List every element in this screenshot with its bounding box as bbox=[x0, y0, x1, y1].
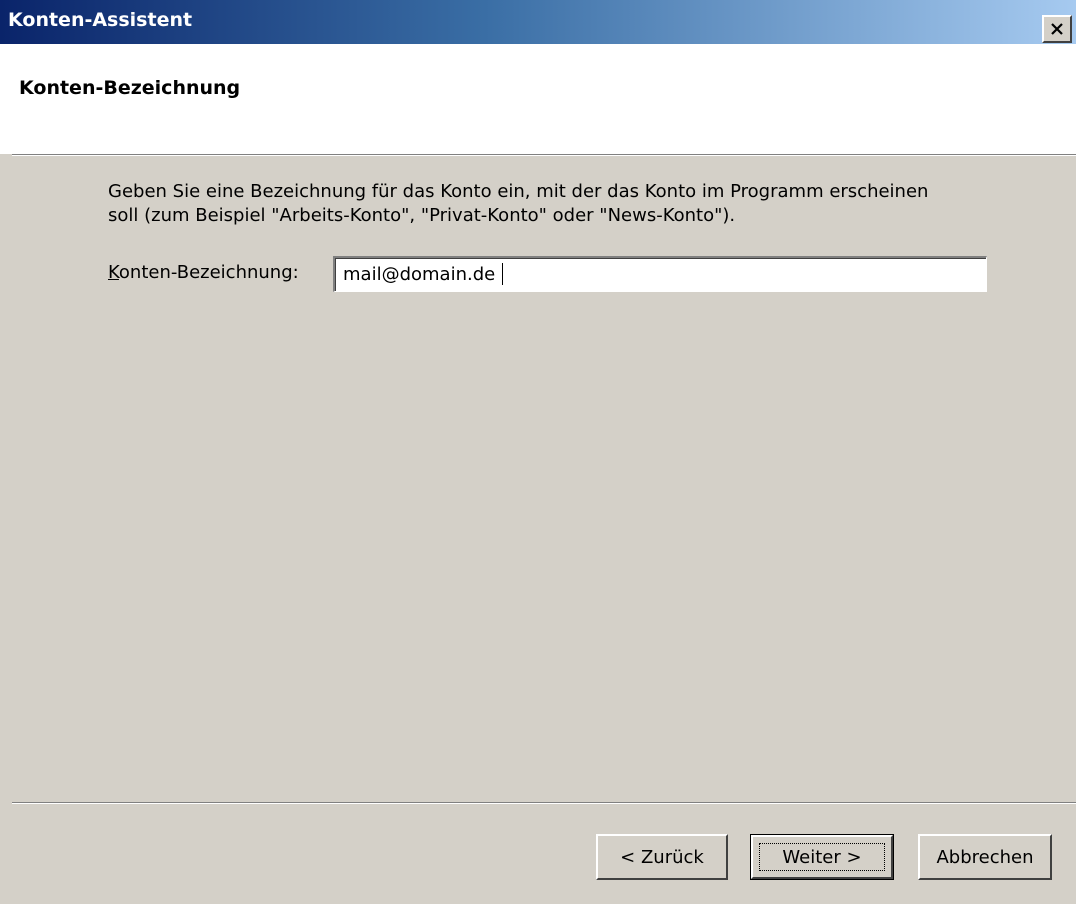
account-wizard-dialog: Konten-Assistent Konten-Bezeichnung Gebe… bbox=[0, 0, 1076, 904]
wizard-header: Konten-Bezeichnung bbox=[0, 44, 1076, 154]
header-divider-highlight bbox=[12, 155, 1076, 156]
next-button[interactable]: Weiter > bbox=[750, 834, 894, 880]
title-bar[interactable]: Konten-Assistent bbox=[0, 0, 1076, 44]
cancel-button-label: Abbrechen bbox=[936, 846, 1034, 868]
footer-divider-highlight bbox=[12, 803, 1076, 804]
close-icon bbox=[1051, 23, 1063, 35]
account-name-label: Konten-Bezeichnung: bbox=[108, 262, 299, 283]
account-name-input[interactable] bbox=[333, 256, 987, 292]
instruction-text: Geben Sie eine Bezeichnung für das Konto… bbox=[108, 180, 1008, 228]
account-name-label-mnemonic: K bbox=[108, 262, 119, 283]
instruction-line-1: Geben Sie eine Bezeichnung für das Konto… bbox=[108, 181, 929, 202]
window-title: Konten-Assistent bbox=[8, 9, 193, 31]
instruction-line-2: soll (zum Beispiel "Arbeits-Konto", "Pri… bbox=[108, 205, 736, 226]
text-cursor bbox=[502, 263, 503, 285]
close-button[interactable] bbox=[1042, 15, 1072, 43]
cancel-button[interactable]: Abbrechen bbox=[918, 834, 1052, 880]
page-title: Konten-Bezeichnung bbox=[19, 77, 241, 99]
back-button-label: < Zurück bbox=[620, 846, 704, 868]
account-name-label-text: onten-Bezeichnung: bbox=[118, 262, 299, 283]
focus-rectangle bbox=[759, 843, 885, 871]
back-button[interactable]: < Zurück bbox=[596, 834, 728, 880]
